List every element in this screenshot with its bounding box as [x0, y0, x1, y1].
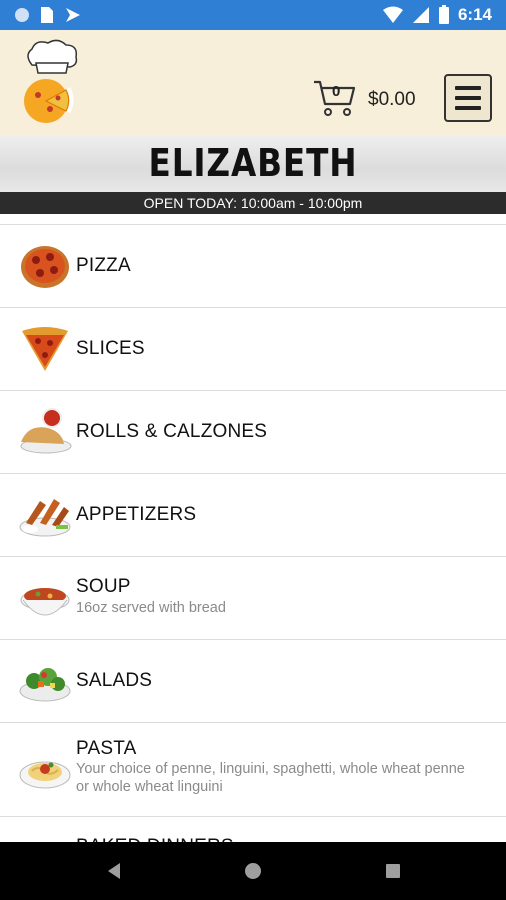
pizza-slice-icon	[22, 327, 68, 371]
wings-icon	[19, 499, 71, 537]
category-row-appetizers[interactable]: APPETIZERS	[0, 473, 506, 556]
soup-bowl-icon	[20, 588, 70, 616]
system-nav-bar	[0, 842, 506, 900]
category-row-slices[interactable]: SLICES	[0, 307, 506, 390]
category-row-pizza[interactable]: PIZZA	[0, 224, 506, 307]
signal-icon	[412, 7, 429, 23]
pasta-plate-icon	[19, 761, 71, 789]
category-title: SALADS	[76, 670, 153, 691]
hamburger-menu-button[interactable]	[444, 74, 492, 122]
store-name: ELIZABETH	[148, 141, 358, 185]
category-description: Your choice of penne, linguini, spaghett…	[76, 761, 465, 795]
category-description: 16oz served with bread	[76, 600, 226, 616]
pizza-icon	[21, 246, 69, 288]
calzone-icon	[20, 408, 72, 454]
category-title: SOUP	[76, 576, 131, 597]
category-row-soup[interactable]: SOUP 16oz served with bread	[0, 556, 506, 639]
hours-bar: OPEN TODAY: 10:00am - 10:00pm	[0, 192, 506, 214]
category-list: PIZZA SLICES ROLLS & CALZONES APPETIZERS	[0, 224, 506, 899]
menu-line	[455, 96, 481, 100]
back-icon[interactable]	[104, 861, 124, 881]
cart-count-badge[interactable]: 0	[332, 83, 340, 100]
recents-icon[interactable]	[383, 861, 403, 881]
cart-total[interactable]: $0.00	[368, 89, 416, 111]
salad-icon	[19, 668, 71, 702]
store-banner: ELIZABETH	[0, 135, 506, 192]
flag-icon	[66, 8, 80, 22]
category-title: PIZZA	[76, 255, 131, 276]
notification-dot-icon	[15, 8, 29, 22]
category-row-salads[interactable]: SALADS	[0, 639, 506, 722]
battery-icon	[438, 5, 449, 24]
status-bar: 6:14	[0, 0, 506, 30]
menu-line	[455, 106, 481, 110]
bella-pizza-logo[interactable]	[18, 37, 84, 129]
app-header: 0 $0.00	[0, 30, 506, 135]
menu-line	[455, 86, 481, 90]
wifi-icon	[382, 6, 403, 23]
category-title: ROLLS & CALZONES	[76, 421, 268, 442]
sim-card-icon	[41, 7, 53, 23]
home-icon[interactable]	[243, 861, 263, 881]
category-title: APPETIZERS	[76, 504, 197, 525]
clock: 6:14	[457, 5, 492, 24]
category-title: SLICES	[76, 338, 145, 359]
category-row-pasta[interactable]: PASTA Your choice of penne, linguini, sp…	[0, 722, 506, 816]
category-row-rolls-calzones[interactable]: ROLLS & CALZONES	[0, 390, 506, 473]
category-title: PASTA	[76, 738, 137, 759]
